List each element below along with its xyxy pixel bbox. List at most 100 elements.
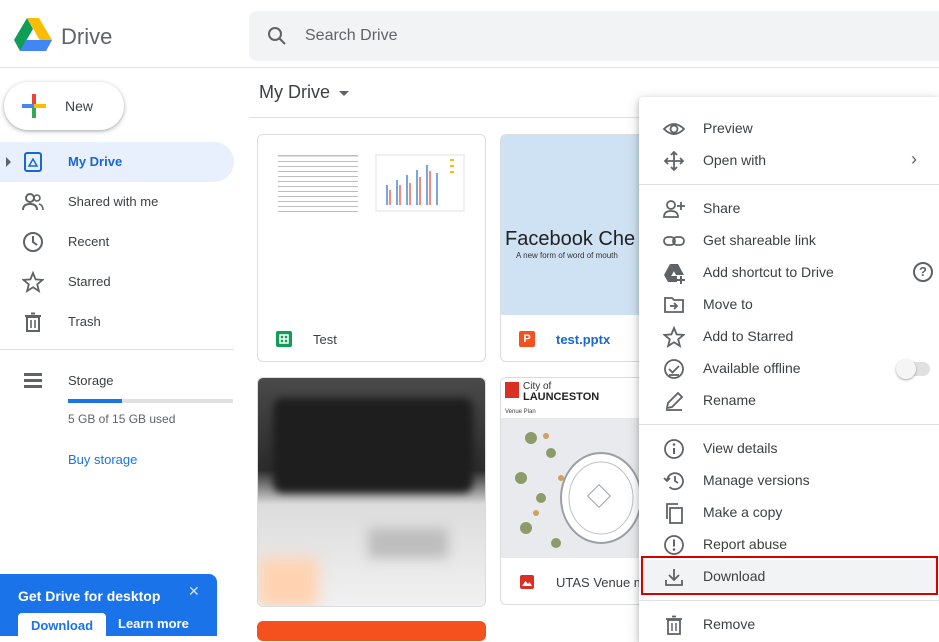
file-card[interactable] (257, 621, 486, 641)
sidebar-item-shared[interactable]: Shared with me (0, 182, 234, 222)
sidebar-item-label: Starred (68, 274, 111, 289)
menu-item-available-offline[interactable]: Available offline (639, 352, 939, 384)
page-title-dropdown[interactable]: My Drive (259, 82, 349, 103)
promo-download-button[interactable]: Download (18, 613, 106, 639)
file-card[interactable]: Test (257, 134, 486, 362)
offline-toggle[interactable] (896, 359, 930, 379)
dropdown-caret-icon (339, 91, 349, 96)
alert-icon (663, 534, 685, 556)
sidebar-item-my-drive[interactable]: My Drive (0, 142, 234, 182)
sidebar-item-label: Trash (68, 314, 101, 329)
sidebar-item-starred[interactable]: Starred (0, 262, 234, 302)
trash-icon (663, 614, 685, 636)
help-icon[interactable]: ? (913, 262, 933, 282)
pencil-icon (663, 390, 685, 412)
image-icon (519, 574, 535, 590)
powerpoint-icon: P (519, 331, 535, 347)
storage-progress-fill (68, 399, 123, 403)
sidebar-item-recent[interactable]: Recent (0, 222, 234, 262)
menu-item-label: Get shareable link (703, 232, 816, 248)
download-highlight-box (641, 556, 938, 595)
copy-icon (663, 502, 685, 524)
menu-item-view-details[interactable]: View details (639, 432, 939, 464)
menu-divider (639, 600, 939, 601)
trash-icon (22, 311, 44, 333)
sidebar-item-trash[interactable]: Trash (0, 302, 234, 342)
menu-item-rename[interactable]: Rename (639, 384, 939, 416)
menu-item-preview[interactable]: Preview (639, 112, 939, 144)
person-add-icon (663, 198, 685, 220)
new-button[interactable]: New (4, 82, 124, 130)
star-icon (21, 270, 45, 293)
storage-icon (22, 371, 44, 394)
link-icon (663, 230, 685, 252)
page-title: My Drive (259, 82, 330, 102)
slide-subtitle: A new form of word of mouth (516, 251, 618, 260)
sidebar-divider (0, 349, 234, 350)
menu-item-remove[interactable]: Remove (639, 608, 939, 640)
menu-item-label: Move to (703, 296, 753, 312)
file-name: Test (313, 332, 337, 347)
star-icon (662, 325, 686, 348)
storage-label[interactable]: Storage (68, 373, 114, 388)
menu-item-label: Add to Starred (703, 328, 794, 344)
menu-item-label: Share (703, 200, 741, 216)
menu-item-get-link[interactable]: Get shareable link (639, 224, 939, 256)
menu-item-label: Remove (703, 616, 756, 632)
plus-icon (20, 92, 48, 125)
search-icon[interactable] (267, 26, 287, 51)
menu-item-add-starred[interactable]: Add to Starred (639, 320, 939, 352)
sheets-icon (276, 331, 292, 347)
storage-progress-bar (68, 399, 233, 403)
menu-item-label: Make a copy (703, 504, 783, 520)
drive-logo-icon[interactable] (14, 18, 52, 57)
top-bar: Drive (0, 0, 939, 68)
info-icon (663, 438, 685, 460)
search-input[interactable] (305, 25, 705, 47)
menu-item-open-with[interactable]: Open with › (639, 144, 939, 176)
desktop-promo-banner: Get Drive for desktop ✕ Download Learn m… (0, 574, 217, 639)
map-subheading: Venue Plan (505, 409, 536, 415)
menu-item-label: Add shortcut to Drive (703, 264, 834, 280)
menu-item-label: View details (703, 440, 778, 456)
slide-title: Facebook Che (505, 228, 636, 250)
move-arrows-icon (663, 150, 685, 172)
file-card[interactable] (257, 377, 486, 607)
menu-item-label: Open with (703, 152, 767, 168)
shared-icon (22, 191, 44, 213)
buy-storage-link[interactable]: Buy storage (68, 452, 137, 467)
eye-icon (662, 118, 686, 140)
expand-caret-icon[interactable] (6, 157, 11, 167)
chevron-right-icon: › (911, 149, 917, 169)
menu-item-share[interactable]: Share (639, 192, 939, 224)
menu-item-add-shortcut[interactable]: Add shortcut to Drive ? (639, 256, 939, 288)
menu-item-label: Manage versions (703, 472, 810, 488)
close-icon[interactable]: ✕ (188, 583, 200, 600)
menu-item-move-to[interactable]: Move to (639, 288, 939, 320)
my-drive-icon (22, 151, 44, 173)
menu-divider (639, 184, 939, 185)
storage-used-text: 5 GB of 15 GB used (68, 412, 176, 426)
menu-item-manage-versions[interactable]: Manage versions (639, 464, 939, 496)
menu-item-label: Report abuse (703, 536, 788, 552)
menu-item-label: Available offline (703, 360, 801, 376)
city-logo-icon (505, 382, 519, 398)
menu-item-label: Preview (703, 120, 753, 136)
search-box[interactable] (249, 11, 939, 61)
menu-item-label: Rename (703, 392, 756, 408)
toggle-knob (896, 359, 916, 379)
clock-icon (22, 231, 44, 253)
sidebar-item-label: Shared with me (68, 194, 159, 209)
menu-item-make-copy[interactable]: Make a copy (639, 496, 939, 528)
file-name: UTAS Venue m (556, 575, 645, 590)
map-heading-2: LAUNCESTON (523, 391, 600, 403)
menu-divider (639, 424, 939, 425)
learn-more-link[interactable]: Learn more (118, 616, 189, 631)
file-name: test.pptx (556, 332, 611, 347)
drive-shortcut-icon (663, 262, 685, 284)
file-thumbnail (258, 135, 485, 315)
folder-move-icon (663, 294, 685, 316)
app-brand: Drive (61, 24, 113, 49)
history-icon (663, 470, 685, 492)
offline-check-icon (663, 358, 685, 380)
